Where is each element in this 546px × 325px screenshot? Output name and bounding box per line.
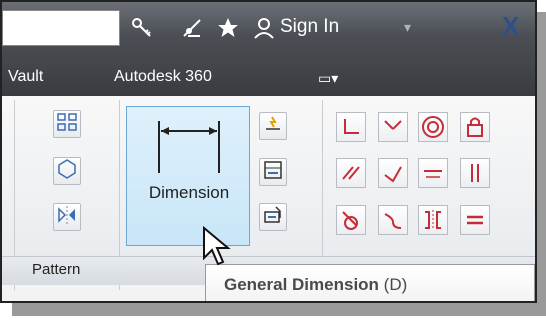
sign-in-link[interactable]: Sign In	[280, 14, 339, 40]
coincident-icon[interactable]	[336, 112, 366, 142]
frame-shadow-right	[537, 12, 546, 316]
connect-icon[interactable]	[53, 110, 81, 138]
menu-item-autodesk-360[interactable]: Autodesk 360	[114, 66, 212, 88]
dimension-label: Dimension	[148, 183, 230, 202]
symmetric-icon[interactable]	[418, 205, 448, 235]
tooltip-shortcut: (D)	[383, 275, 408, 294]
show-constraints-icon[interactable]	[259, 112, 287, 140]
mirror-icon[interactable]	[53, 203, 81, 231]
menu-bar: Vault Autodesk 360 ▭▾	[2, 58, 535, 97]
perpendicular-icon[interactable]	[378, 158, 408, 188]
pattern-panel-label: Pattern	[32, 261, 81, 278]
fix-icon[interactable]	[460, 112, 490, 142]
tooltip-title: General Dimension	[224, 275, 379, 294]
polygon-icon[interactable]	[53, 157, 81, 185]
frame-shadow-bottom	[12, 302, 546, 316]
chevron-down-icon[interactable]: ▾	[404, 14, 411, 40]
user-icon[interactable]	[252, 16, 276, 40]
search-input[interactable]	[2, 10, 120, 46]
dimension-button[interactable]: Dimension	[126, 106, 250, 246]
satellite-icon[interactable]	[180, 16, 204, 40]
star-icon[interactable]	[216, 16, 240, 40]
equal-icon[interactable]	[460, 205, 490, 235]
screenshot-frame: Sign In ▾ X Vault Autodesk 360 ▭▾ Dimens…	[0, 0, 537, 303]
measure-icon[interactable]	[259, 203, 287, 231]
tangent-arc-icon[interactable]	[378, 112, 408, 142]
smooth-icon[interactable]	[378, 205, 408, 235]
tangent-icon[interactable]	[336, 205, 366, 235]
title-toolbar: Sign In ▾ X	[2, 2, 535, 58]
camera-icon[interactable]: ▭▾	[318, 68, 338, 88]
x-icon[interactable]: X	[502, 10, 519, 42]
concentric-icon[interactable]	[418, 112, 448, 142]
tooltip-text: General Dimension (D)	[224, 275, 407, 295]
mouse-cursor-icon	[203, 226, 231, 266]
key-icon[interactable]	[130, 16, 154, 40]
tooltip: General Dimension (D)	[205, 264, 535, 301]
menu-item-vault[interactable]: Vault	[8, 66, 43, 88]
parallel-icon[interactable]	[336, 158, 366, 188]
bar-icon[interactable]	[259, 158, 287, 186]
horizontal-icon[interactable]	[418, 158, 448, 188]
vertical-icon[interactable]	[460, 158, 490, 188]
